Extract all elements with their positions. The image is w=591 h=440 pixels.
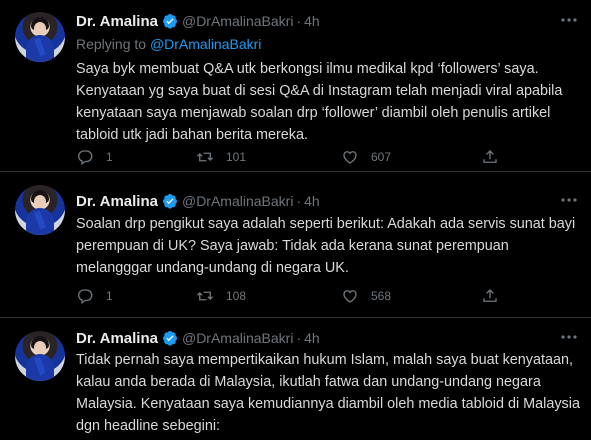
tweet-actions: 1 101 607 xyxy=(76,148,546,168)
tweet-text: Saya byk membuat Q&A utk berkongsi ilmu … xyxy=(76,61,563,143)
retweet-count: 101 xyxy=(226,150,247,164)
replying-prefix: Replying to xyxy=(76,36,150,52)
verified-badge-icon xyxy=(162,193,178,209)
separator-dot: · xyxy=(296,193,302,209)
tweet-text: Tidak pernah saya mempertikaikan hukum I… xyxy=(76,352,580,434)
separator-dot: · xyxy=(296,13,302,29)
more-dots-icon[interactable] xyxy=(559,192,579,208)
retweet-icon xyxy=(197,291,213,301)
reply-icon xyxy=(78,150,93,166)
verified-badge-icon xyxy=(162,330,178,346)
retweet-count: 108 xyxy=(226,289,247,303)
reply-button[interactable]: 1 xyxy=(76,148,113,166)
like-icon xyxy=(343,290,357,303)
tweet-header: Dr. Amalina @DrAmalinaBakri · 4h xyxy=(76,11,320,31)
retweet-button[interactable]: 101 xyxy=(196,148,246,166)
tweet[interactable]: Dr. Amalina @DrAmalinaBakri · 4h Replyin… xyxy=(0,0,591,171)
tweet-text: Soalan drp pengikut saya adalah seperti … xyxy=(76,216,576,276)
author-name[interactable]: Dr. Amalina xyxy=(76,13,158,30)
share-button[interactable] xyxy=(481,148,499,166)
share-icon xyxy=(483,150,497,163)
verified-badge-icon xyxy=(162,13,178,29)
tweet-header: Dr. Amalina @DrAmalinaBakri · 4h xyxy=(76,191,320,211)
retweet-icon xyxy=(197,152,213,162)
like-icon xyxy=(343,151,357,164)
timestamp[interactable]: 4h xyxy=(304,330,320,346)
like-button[interactable]: 607 xyxy=(341,148,391,166)
author-handle[interactable]: @DrAmalinaBakri xyxy=(182,193,293,209)
tweet-thread: Dr. Amalina @DrAmalinaBakri · 4h Replyin… xyxy=(0,0,591,440)
author-handle[interactable]: @DrAmalinaBakri xyxy=(182,330,293,346)
like-button[interactable]: 568 xyxy=(341,287,391,305)
timestamp[interactable]: 4h xyxy=(304,193,320,209)
tweet[interactable]: Dr. Amalina @DrAmalinaBakri · 4h Soalan … xyxy=(0,171,591,317)
reply-button[interactable]: 1 xyxy=(76,287,113,305)
replying-to: Replying to @DrAmalinaBakri xyxy=(76,36,261,52)
share-button[interactable] xyxy=(481,287,499,305)
reply-count: 1 xyxy=(106,289,113,303)
author-name[interactable]: Dr. Amalina xyxy=(76,193,158,210)
like-count: 568 xyxy=(371,289,392,303)
retweet-button[interactable]: 108 xyxy=(196,287,246,305)
avatar[interactable] xyxy=(15,185,65,235)
separator-dot: · xyxy=(296,330,302,346)
replying-mention-link[interactable]: @DrAmalinaBakri xyxy=(150,36,261,52)
like-count: 607 xyxy=(371,150,392,164)
timestamp[interactable]: 4h xyxy=(304,13,320,29)
reply-count: 1 xyxy=(106,150,113,164)
author-handle[interactable]: @DrAmalinaBakri xyxy=(182,13,293,29)
author-name[interactable]: Dr. Amalina xyxy=(76,330,158,347)
share-icon xyxy=(483,289,497,302)
avatar[interactable] xyxy=(15,331,65,381)
tweet-actions: 1 108 568 xyxy=(76,287,546,307)
reply-icon xyxy=(78,289,93,305)
tweet-header: Dr. Amalina @DrAmalinaBakri · 4h xyxy=(76,328,320,348)
more-dots-icon[interactable] xyxy=(559,329,579,345)
more-dots-icon[interactable] xyxy=(559,12,579,28)
avatar[interactable] xyxy=(15,12,65,62)
tweet[interactable]: Dr. Amalina @DrAmalinaBakri · 4h Tidak p… xyxy=(0,317,591,440)
